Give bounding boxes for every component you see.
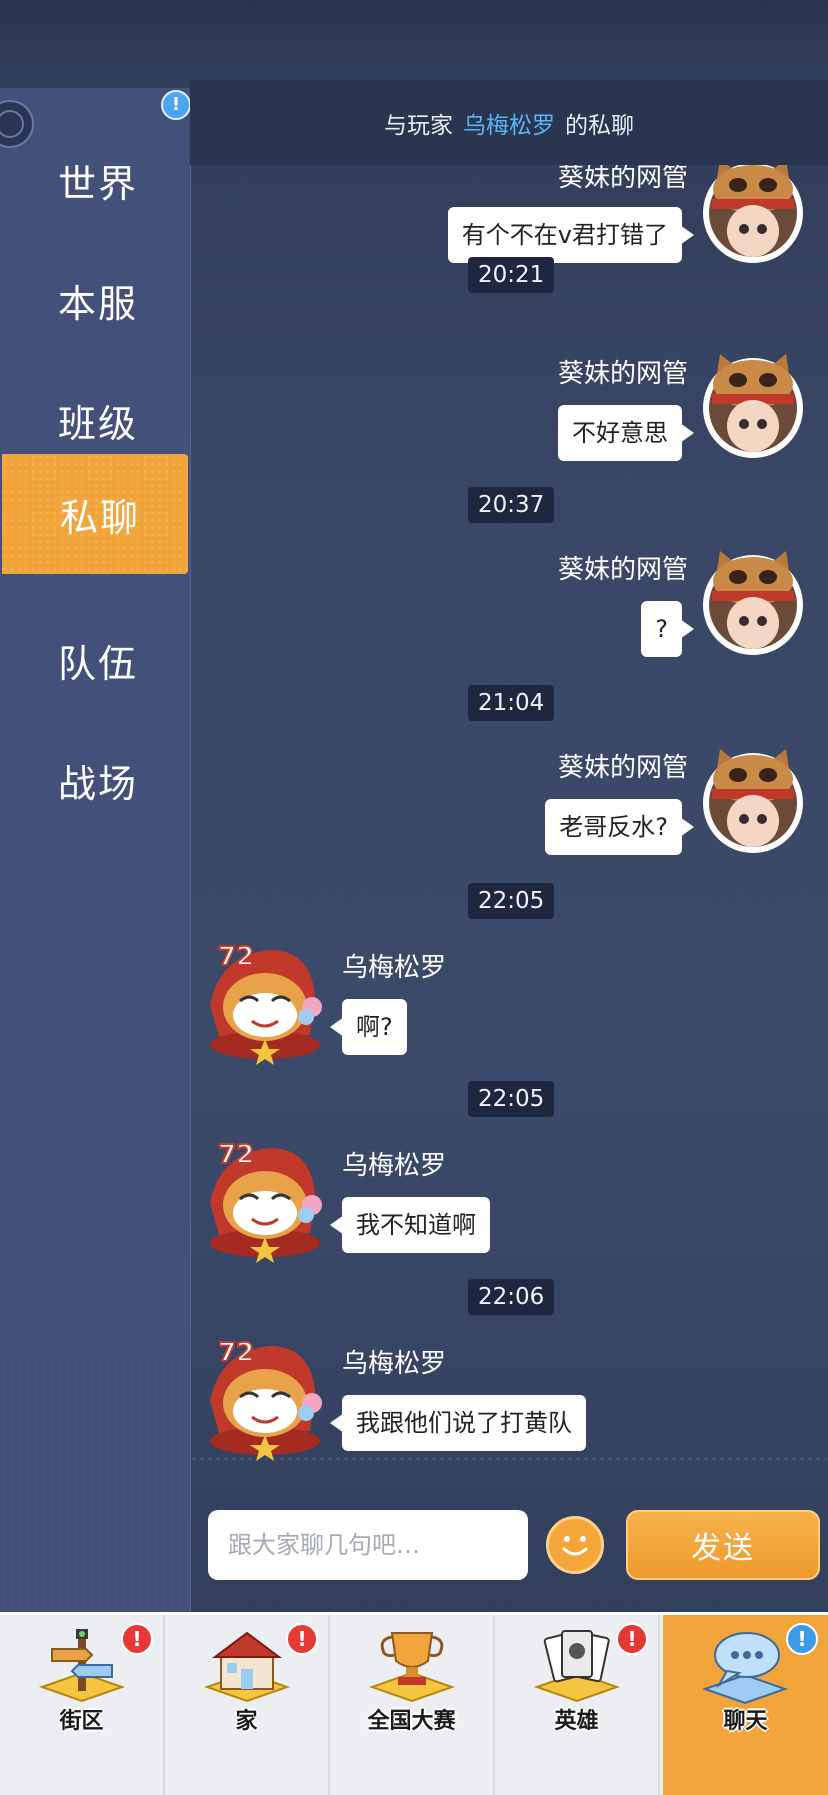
sidebar-item-battlefield[interactable]: 战场 <box>0 720 188 840</box>
smiley-icon <box>562 1536 588 1556</box>
message-bubble: 啊? <box>330 999 407 1055</box>
message-sender: 乌梅松罗 <box>342 1349 447 1379</box>
timestamp: 20:37 <box>468 487 555 523</box>
trophy-icon <box>368 1632 456 1703</box>
sidebar-item-label: 私聊 <box>60 495 141 540</box>
level-text: 72 <box>218 1140 254 1170</box>
raccoon-avatar-icon[interactable]: 72 <box>200 1133 330 1263</box>
nav-alert-badge: ! <box>786 1623 818 1655</box>
message-sender: 乌梅松罗 <box>342 953 447 983</box>
nav-label: 聊天 <box>723 1709 768 1734</box>
sidebar-item-label: 队伍 <box>58 641 139 686</box>
nav-item-street[interactable]: 街区 ! <box>0 1615 165 1795</box>
house-icon <box>203 1631 291 1703</box>
header-prefix: 与玩家 <box>384 112 453 139</box>
nav-alert-badge: ! <box>121 1623 153 1655</box>
message-bubble: ? <box>641 601 694 657</box>
message-sender: 葵妹的网管 <box>557 753 688 783</box>
nav-item-home[interactable]: 家 ! <box>165 1615 330 1795</box>
nav-label: 街区 <box>59 1709 104 1734</box>
message-bubble: 不好意思 <box>558 405 694 461</box>
sidebar-item-private[interactable]: 私聊 <box>2 454 188 574</box>
bottom-navigation: 街区 ! 家 ! 全国大赛 英雄 ! 聊天 ! <box>0 1612 828 1795</box>
player-avatar-icon[interactable] <box>698 165 808 265</box>
nav-label: 英雄 <box>554 1709 599 1734</box>
message-bubble: 我跟他们说了打黄队 <box>330 1395 586 1451</box>
nav-item-chat[interactable]: 聊天 ! <box>663 1615 828 1795</box>
message-bubble: 有个不在v君打错了 <box>447 207 695 263</box>
sidebar-item-server[interactable]: 本服 <box>0 240 188 360</box>
nav-item-tournament[interactable]: 全国大赛 <box>330 1615 495 1795</box>
cards-icon <box>533 1630 621 1703</box>
channel-sidebar: 世界 本服 班级 私聊 队伍 战场 <box>0 88 191 1613</box>
signpost-icon <box>38 1629 126 1703</box>
emoji-button[interactable] <box>546 1516 604 1574</box>
player-avatar-icon[interactable] <box>698 350 808 460</box>
timestamp: 22:05 <box>468 883 555 919</box>
message-sender: 乌梅松罗 <box>342 1151 447 1181</box>
level-text: 72 <box>218 942 254 972</box>
sidebar-pattern <box>0 1363 190 1613</box>
player-avatar-icon[interactable] <box>698 745 808 855</box>
player-avatar-icon[interactable] <box>698 547 808 657</box>
timestamp: 20:21 <box>468 257 555 293</box>
sidebar-item-label: 班级 <box>58 401 139 446</box>
message-bubble: 我不知道啊 <box>330 1197 490 1253</box>
timestamp: 21:04 <box>468 685 555 721</box>
top-status-area <box>0 0 828 82</box>
level-text: 72 <box>218 1338 254 1368</box>
sidebar-alert-badge: ! <box>161 90 191 120</box>
send-button[interactable]: 发送 <box>626 1510 820 1580</box>
sidebar-item-team[interactable]: 队伍 <box>0 600 188 720</box>
chat-bubble-icon <box>701 1632 789 1705</box>
message-sender: 葵妹的网管 <box>557 359 688 389</box>
message-sender: 葵妹的网管 <box>557 555 688 585</box>
sidebar-item-label: 世界 <box>58 161 139 206</box>
header-suffix: 的私聊 <box>565 112 634 139</box>
nav-alert-badge: ! <box>616 1623 648 1655</box>
nav-item-heroes[interactable]: 英雄 ! <box>495 1615 660 1795</box>
message-bubble: 老哥反水? <box>545 799 694 855</box>
timestamp: 22:06 <box>468 1279 555 1315</box>
sidebar-item-label: 本服 <box>58 281 139 326</box>
timestamp: 22:05 <box>468 1081 555 1117</box>
nav-label: 家 <box>235 1709 258 1734</box>
raccoon-avatar-icon[interactable]: 72 <box>200 1331 330 1461</box>
chat-message-list[interactable]: 葵妹的网管 有个不在v君打错了 20:21 葵妹的网管 不好意思 20:37 葵… <box>190 165 828 1465</box>
chat-input-bar: 发送 <box>190 1500 828 1580</box>
header-player-name[interactable]: 乌梅松罗 <box>463 106 555 140</box>
sidebar-item-label: 战场 <box>58 761 139 806</box>
nav-alert-badge: ! <box>286 1623 318 1655</box>
chat-message-input[interactable] <box>208 1510 528 1580</box>
raccoon-avatar-icon[interactable]: 72 <box>200 935 330 1065</box>
chat-header: 与玩家 乌梅松罗 的私聊 <box>190 80 828 165</box>
nav-label: 全国大赛 <box>367 1709 456 1734</box>
message-sender: 葵妹的网管 <box>557 165 688 193</box>
